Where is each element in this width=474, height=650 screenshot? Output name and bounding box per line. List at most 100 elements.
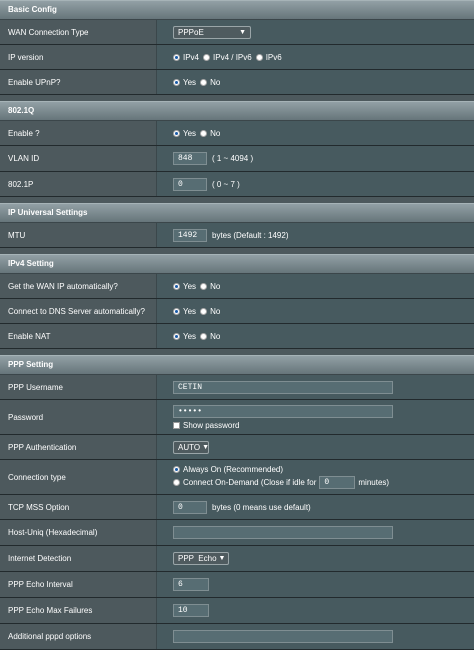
radio-icon [173, 282, 180, 290]
echo-failures-input[interactable]: 10 [173, 604, 209, 617]
pppd-options-row: Additional pppd options [0, 624, 474, 650]
radio-icon [255, 53, 263, 61]
ppp-username-row: PPP Username CETIN [0, 375, 474, 400]
tcp-mss-input[interactable]: 0 [173, 500, 207, 514]
option-label: Yes [183, 128, 197, 138]
mtu-hint: bytes (Default : 1492) [212, 230, 289, 240]
row-label: Enable NAT [0, 324, 157, 348]
row-label: 802.1P [0, 172, 157, 196]
tcp-mss-hint: bytes (0 means use default) [212, 502, 311, 512]
chevron-down-icon: ▼ [239, 28, 246, 36]
vlan-hint: ( 1 ~ 4094 ) [212, 154, 254, 163]
nat-no-radio[interactable]: No [200, 332, 220, 341]
option-label: No [210, 306, 221, 316]
password-input[interactable]: ••••• [173, 404, 393, 418]
select-value: PPPoE [178, 27, 204, 37]
row-label: MTU [0, 223, 157, 247]
dns-auto-row: Connect to DNS Server automatically? Yes… [0, 299, 474, 324]
row-label: Enable ? [0, 121, 157, 145]
dot1p-row: 802.1P 0 ( 0 ~ 7 ) [0, 172, 474, 197]
ipv6-radio[interactable]: IPv6 [255, 53, 282, 62]
ppp-username-input[interactable]: CETIN [173, 380, 393, 394]
ipv4-radio[interactable]: IPv4 [173, 53, 199, 62]
option-label: IPv4 [183, 52, 200, 62]
always-on-radio[interactable]: Always On (Recommended) [173, 465, 283, 474]
row-label: Additional pppd options [0, 624, 157, 649]
radio-icon [200, 307, 208, 315]
dns-yes-radio[interactable]: Yes [173, 307, 196, 316]
section-title: 802.1Q [0, 101, 474, 121]
row-label: Internet Detection [0, 546, 157, 571]
ipv4-ipv6-radio[interactable]: IPv4 / IPv6 [203, 53, 252, 62]
radio-icon [200, 129, 208, 137]
section-title: IP Universal Settings [0, 203, 474, 223]
option-label: IPv4 / IPv6 [213, 52, 252, 62]
radio-icon [173, 332, 180, 340]
row-label: IP version [0, 45, 157, 69]
internet-detection-row: Internet Detection PPP Echo ▼ [0, 546, 474, 572]
ip-version-row: IP version IPv4 IPv4 / IPv6 IPv6 [0, 45, 474, 70]
internet-detection-select[interactable]: PPP Echo ▼ [173, 552, 229, 565]
idle-time-input[interactable]: 0 [319, 476, 356, 489]
vlan-row: VLAN ID 848 ( 1 ~ 4094 ) [0, 146, 474, 172]
option-label: Always On (Recommended) [183, 465, 284, 474]
section-title: Basic Config [0, 0, 474, 20]
dot1q-enable-row: Enable ? Yes No [0, 121, 474, 146]
option-label: Connect On-Demand (Close if idle for [183, 478, 317, 487]
mtu-input[interactable]: 1492 [173, 228, 207, 242]
ppp-auth-select[interactable]: AUTO ▼ [173, 440, 210, 454]
show-password-checkbox[interactable]: Show password [173, 421, 239, 430]
radio-icon [173, 466, 180, 473]
option-label: No [210, 331, 221, 341]
option-label: No [210, 77, 221, 87]
option-label: No [210, 281, 221, 291]
host-uniq-input[interactable] [173, 526, 393, 539]
tcp-mss-row: TCP MSS Option 0 bytes (0 means use defa… [0, 495, 474, 520]
row-label: Password [0, 400, 157, 434]
echo-interval-input[interactable]: 6 [173, 578, 209, 591]
wan-type-select[interactable]: PPPoE ▼ [173, 25, 251, 39]
row-label: PPP Username [0, 375, 157, 399]
wan-type-row: WAN Connection Type PPPoE ▼ [0, 20, 474, 45]
dot1p-hint: ( 0 ~ 7 ) [212, 179, 240, 189]
row-label: VLAN ID [0, 146, 157, 171]
dot1q-no-radio[interactable]: No [200, 129, 220, 138]
radio-icon [200, 332, 208, 340]
chevron-down-icon: ▼ [202, 443, 210, 451]
row-label: Connect to DNS Server automatically? [0, 299, 157, 323]
dot1q-yes-radio[interactable]: Yes [173, 129, 196, 138]
nat-row: Enable NAT Yes No [0, 324, 474, 349]
auto-wan-row: Get the WAN IP automatically? Yes No [0, 274, 474, 299]
pppd-options-input[interactable] [173, 630, 393, 643]
select-value: PPP Echo [178, 554, 217, 563]
on-demand-radio[interactable]: Connect On-Demand (Close if idle for 0 m… [173, 476, 389, 489]
option-label: minutes) [358, 478, 390, 487]
option-label: Yes [183, 306, 197, 316]
auto-wan-no-radio[interactable]: No [200, 282, 220, 291]
row-label: Connection type [0, 460, 157, 494]
nat-yes-radio[interactable]: Yes [173, 332, 196, 341]
ppp-auth-row: PPP Authentication AUTO ▼ [0, 435, 474, 460]
radio-icon [173, 307, 180, 315]
row-label: Get the WAN IP automatically? [0, 274, 157, 298]
section-title: PPP Setting [0, 355, 474, 375]
radio-icon [173, 479, 180, 486]
dot1p-input[interactable]: 0 [173, 177, 207, 191]
upnp-yes-radio[interactable]: Yes [173, 78, 196, 87]
option-label: Yes [183, 331, 197, 341]
host-uniq-row: Host-Uniq (Hexadecimal) [0, 520, 474, 546]
chevron-down-icon: ▼ [218, 555, 226, 562]
radio-icon [173, 53, 180, 61]
upnp-no-radio[interactable]: No [200, 78, 220, 87]
select-value: AUTO [178, 442, 201, 452]
checkbox-icon [173, 421, 180, 429]
option-label: Yes [183, 77, 197, 87]
ip-universal-section: IP Universal Settings MTU 1492 bytes (De… [0, 203, 474, 248]
option-label: No [210, 128, 221, 138]
vlan-id-input[interactable]: 848 [173, 152, 207, 165]
dot1q-section: 802.1Q Enable ? Yes No VLAN ID 848 ( 1 ~… [0, 101, 474, 197]
row-label: Enable UPnP? [0, 70, 157, 94]
dns-no-radio[interactable]: No [200, 307, 220, 316]
auto-wan-yes-radio[interactable]: Yes [173, 282, 196, 291]
connection-type-row: Connection type Always On (Recommended) … [0, 460, 474, 495]
